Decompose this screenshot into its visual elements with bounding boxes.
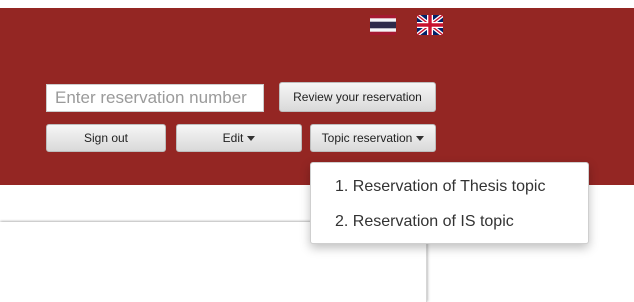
sign-out-button[interactable]: Sign out [46,124,166,152]
reservation-number-input[interactable] [46,84,264,112]
header-bar: Review your reservation Sign out Edit To… [0,8,634,185]
review-reservation-button[interactable]: Review your reservation [279,82,436,112]
topic-reservation-menu: 1. Reservation of Thesis topic 2. Reserv… [310,162,589,244]
uk-flag-icon[interactable] [417,15,443,35]
topic-reservation-label: Topic reservation [321,131,413,145]
caret-down-icon [247,135,256,141]
edit-label: Edit [222,131,244,145]
menu-item-is-topic[interactable]: 2. Reservation of IS topic [335,213,514,231]
edit-dropdown-button[interactable]: Edit [176,124,302,152]
topic-reservation-button[interactable]: Topic reservation [310,124,436,152]
caret-down-icon [416,135,425,141]
review-reservation-label: Review your reservation [293,90,422,104]
menu-item-thesis-topic[interactable]: 1. Reservation of Thesis topic [335,178,545,196]
sign-out-label: Sign out [83,131,129,145]
thai-flag-icon[interactable] [370,15,396,35]
top-strip [0,0,634,8]
